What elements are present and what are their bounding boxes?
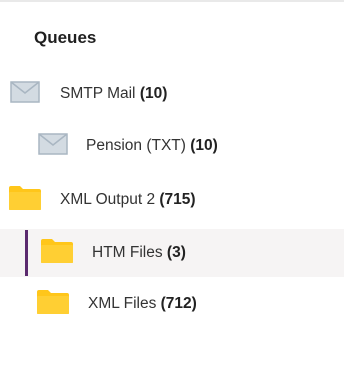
queue-item-label: Pension (TXT) (10)	[86, 137, 218, 155]
queue-name: SMTP Mail	[60, 85, 136, 102]
queue-count: (715)	[159, 191, 196, 208]
queue-name: Pension (TXT)	[86, 137, 186, 154]
queue-item-label: XML Output 2 (715)	[60, 191, 196, 209]
queue-item-label: XML Files (712)	[88, 295, 197, 313]
panel-title: Queues	[34, 28, 97, 47]
queue-name: XML Output 2	[60, 191, 156, 208]
queue-count: (712)	[160, 295, 197, 312]
queue-count: (10)	[190, 137, 218, 154]
queue-item-label: HTM Files (3)	[92, 244, 186, 262]
top-divider	[0, 0, 344, 2]
envelope-icon	[38, 132, 68, 160]
queue-name: XML Files	[88, 295, 157, 312]
folder-icon	[36, 289, 70, 320]
queue-item-xml-files[interactable]: XML Files (712)	[0, 280, 344, 328]
queue-name: HTM Files	[92, 244, 163, 261]
selection-indicator	[25, 230, 28, 276]
queue-item-xml-output-2[interactable]: XML Output 2 (715)	[0, 176, 344, 224]
folder-icon	[40, 238, 74, 269]
queues-panel: Queues SMTP Mail (10) Pension (TXT) (10)	[0, 0, 344, 367]
queue-count: (3)	[166, 244, 186, 261]
folder-icon	[8, 185, 42, 216]
queue-item-pension-txt[interactable]: Pension (TXT) (10)	[0, 122, 344, 170]
queue-item-htm-files[interactable]: HTM Files (3)	[0, 229, 344, 277]
envelope-icon	[10, 80, 40, 108]
queue-count: (10)	[139, 85, 168, 102]
queue-item-smtp-mail[interactable]: SMTP Mail (10)	[0, 70, 344, 118]
queue-item-label: SMTP Mail (10)	[60, 85, 167, 103]
